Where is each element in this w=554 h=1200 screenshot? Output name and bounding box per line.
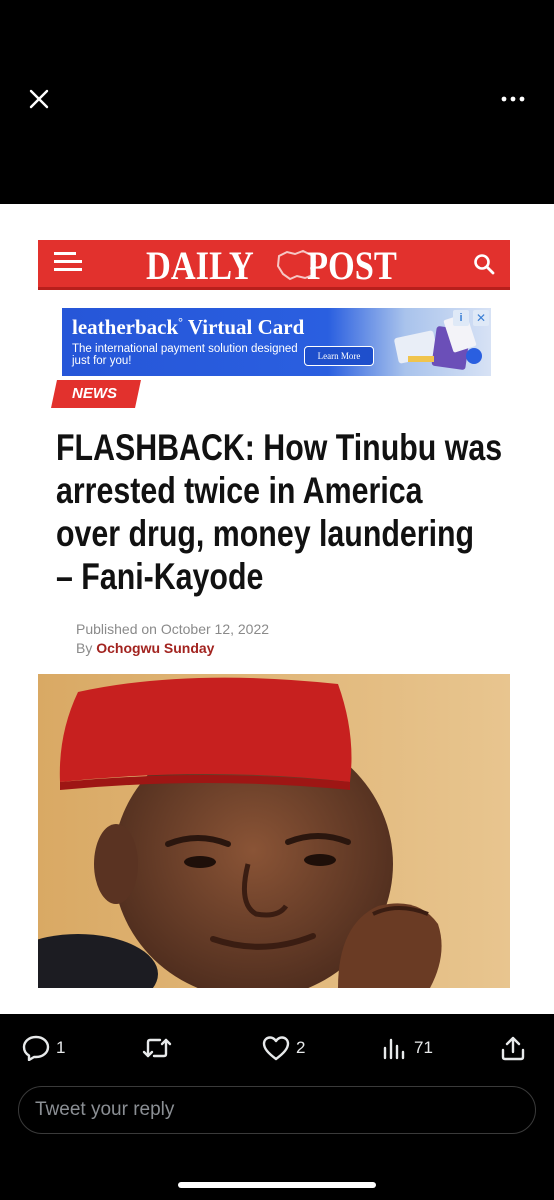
published-line: Published on October 12, 2022 [76, 621, 270, 637]
reply-button[interactable]: 1 [22, 1034, 65, 1062]
home-indicator[interactable] [178, 1182, 376, 1188]
article-meta: Published on October 12, 2022 By Ochogwu… [76, 620, 269, 658]
logo-word-daily: DAILY [146, 242, 254, 288]
retweet-button[interactable] [142, 1034, 178, 1062]
share-button[interactable] [500, 1034, 526, 1062]
daily-post-logo: DAILY POST [146, 242, 412, 288]
media-viewer-top-bar [0, 0, 554, 204]
ad-description: The international payment solution desig… [72, 343, 298, 367]
hamburger-menu-icon [54, 252, 82, 276]
close-icon [29, 89, 49, 109]
article-headline: FLASHBACK: How Tinubu was arrested twice… [56, 426, 503, 598]
headline-line: over drug, money laundering [56, 513, 475, 554]
views-chart-icon [383, 1038, 405, 1060]
daily-post-masthead: DAILY POST [38, 240, 510, 290]
reply-input[interactable] [18, 1086, 536, 1134]
category-badge: NEWS [51, 380, 141, 408]
views-count: 71 [414, 1038, 433, 1057]
headline-line: FLASHBACK: How Tinubu was [56, 427, 503, 468]
share-icon [501, 1036, 525, 1061]
like-button[interactable]: 2 [262, 1034, 305, 1062]
tweet-media-image[interactable]: DAILY POST leatherback° Virtual Card The… [0, 204, 554, 1014]
search-icon [474, 254, 495, 275]
more-horizontal-icon [501, 96, 525, 102]
ad-info-icon: i [453, 310, 469, 326]
ad-brand: leatherback° Virtual Card [72, 315, 305, 339]
headline-line: arrested twice in America [56, 470, 423, 511]
author-name: Ochogwu Sunday [96, 640, 215, 656]
published-date: October 12, 2022 [160, 621, 270, 637]
close-button[interactable] [24, 84, 54, 114]
leatherback-advertisement: leatherback° Virtual Card The internatio… [62, 308, 491, 376]
article-photo [38, 674, 510, 988]
views-button[interactable]: 71 [382, 1034, 433, 1062]
logo-word-post: POST [307, 242, 398, 288]
reply-icon [22, 1035, 50, 1061]
ad-close-icon: ✕ [473, 310, 489, 326]
retweet-icon [142, 1038, 172, 1058]
reply-count: 1 [56, 1038, 66, 1057]
heart-icon [262, 1036, 290, 1061]
like-count: 2 [296, 1038, 306, 1057]
tweet-action-bar: 1 2 71 [0, 1014, 554, 1084]
headline-line: – Fani-Kayode [56, 556, 264, 597]
ad-learn-more-button: Learn More [304, 346, 374, 366]
more-options-button[interactable] [496, 84, 530, 114]
byline: By Ochogwu Sunday [76, 640, 215, 656]
